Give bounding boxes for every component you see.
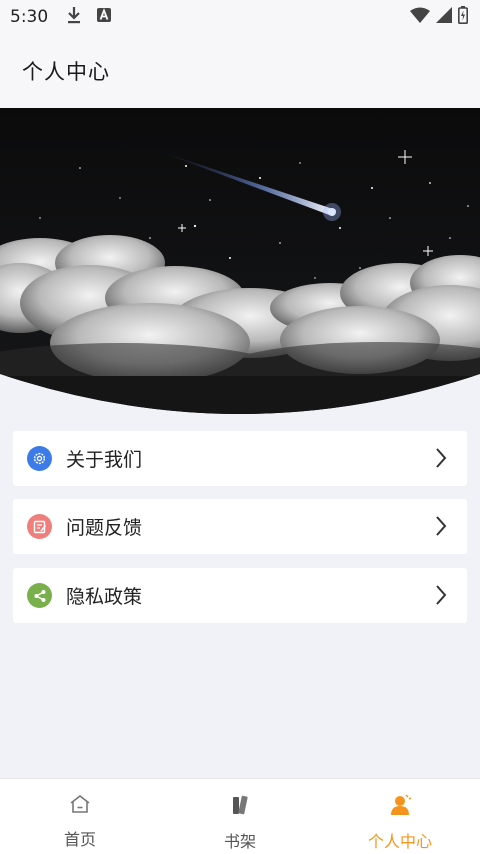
- status-time: 5:30: [10, 7, 49, 27]
- person-icon: [388, 794, 412, 820]
- home-icon: [69, 794, 91, 818]
- edit-icon: [27, 514, 52, 539]
- status-bar: 5:30: [0, 0, 480, 34]
- tab-home[interactable]: 首页: [0, 779, 160, 854]
- status-icons-right: [410, 6, 468, 28]
- a-icon: [96, 7, 112, 27]
- menu-label-privacy-policy: 隐私政策: [66, 586, 143, 608]
- menu-label-feedback: 问题反馈: [66, 517, 143, 539]
- menu-item-about-us[interactable]: 关于我们: [13, 431, 467, 486]
- page-title: 个人中心: [22, 60, 110, 84]
- tab-profile[interactable]: 个人中心: [320, 779, 480, 854]
- menu-label-about-us: 关于我们: [66, 449, 143, 471]
- battery-icon: [458, 6, 468, 28]
- tab-home-label: 首页: [63, 830, 96, 849]
- signal-icon: [436, 7, 452, 27]
- banner-image: [0, 108, 480, 414]
- bottom-tab-bar: 首页 书架 个人中心: [0, 778, 480, 854]
- menu-item-feedback[interactable]: 问题反馈: [13, 499, 467, 554]
- gear-icon: [27, 446, 52, 471]
- wifi-icon: [410, 7, 430, 27]
- chevron-right-icon: [435, 447, 447, 473]
- status-icons-left: [66, 6, 112, 28]
- share-icon: [27, 583, 52, 608]
- download-icon: [66, 6, 82, 28]
- tab-bookshelf[interactable]: 书架: [160, 779, 320, 854]
- chevron-right-icon: [435, 584, 447, 610]
- header: 个人中心: [0, 34, 480, 108]
- books-icon: [229, 794, 251, 820]
- tab-bookshelf-label: 书架: [223, 832, 256, 851]
- chevron-right-icon: [435, 515, 447, 541]
- menu-item-privacy-policy[interactable]: 隐私政策: [13, 568, 467, 623]
- tab-profile-label: 个人中心: [367, 832, 432, 851]
